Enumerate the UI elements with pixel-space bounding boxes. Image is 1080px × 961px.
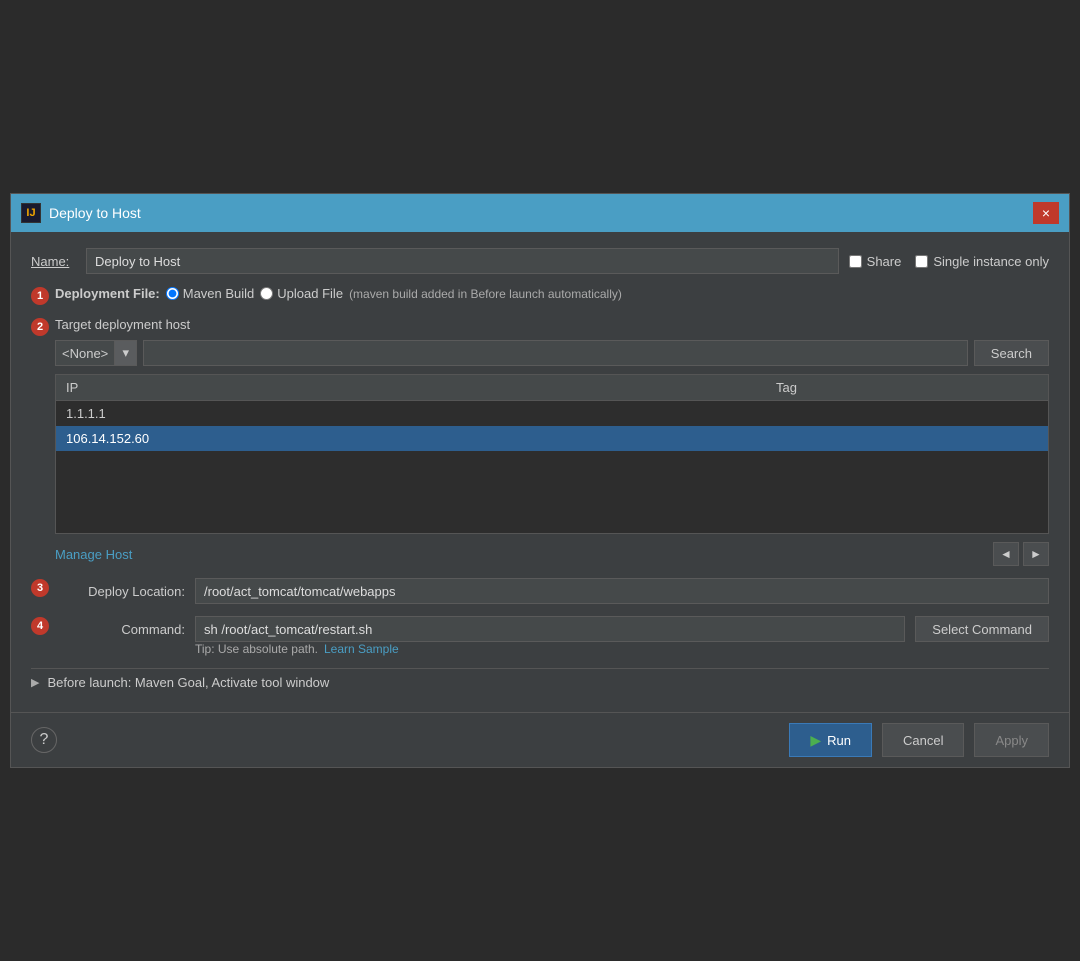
deploy-to-host-dialog: IJ Deploy to Host × Name: Share Single i…	[10, 193, 1070, 768]
name-input[interactable]	[86, 248, 839, 274]
footer-buttons: ▶ Run Cancel Apply	[789, 723, 1049, 757]
deployment-file-section: 1 Deployment File: Maven Build Upload Fi…	[31, 286, 1049, 305]
deploy-location-input[interactable]	[195, 578, 1049, 604]
command-input[interactable]	[195, 616, 905, 642]
manage-host-link[interactable]: Manage Host	[55, 547, 132, 562]
share-checkbox[interactable]	[849, 255, 862, 268]
learn-sample-link[interactable]: Learn Sample	[324, 642, 399, 656]
footer: ? ▶ Run Cancel Apply	[11, 712, 1069, 767]
table-row[interactable]: 106.14.152.60	[56, 426, 1048, 451]
host-table-header: IP Tag	[56, 375, 1048, 401]
run-label: Run	[827, 733, 851, 748]
table-row[interactable]: 1.1.1.1	[56, 401, 1048, 427]
title-bar-left: IJ Deploy to Host	[21, 203, 141, 223]
name-right-options: Share Single instance only	[849, 254, 1049, 269]
host-search-input[interactable]	[143, 340, 968, 366]
single-instance-checkbox-group: Single instance only	[915, 254, 1049, 269]
command-section: 4 Command: Select Command Tip: Use absol…	[31, 616, 1049, 656]
maven-hint: (maven build added in Before launch auto…	[349, 287, 622, 301]
share-label: Share	[867, 254, 902, 269]
title-bar: IJ Deploy to Host ×	[11, 194, 1069, 232]
app-icon: IJ	[21, 203, 41, 223]
command-label: Command:	[55, 622, 185, 637]
cancel-button[interactable]: Cancel	[882, 723, 964, 757]
cell-tag	[766, 401, 1048, 427]
target-deployment-section: 2 Target deployment host <None> ▾ Search	[31, 317, 1049, 566]
expand-arrow-icon: ▶	[31, 676, 39, 689]
col-ip: IP	[56, 375, 766, 401]
nav-arrows: ◄ ►	[993, 542, 1049, 566]
before-launch-label: Before launch: Maven Goal, Activate tool…	[47, 675, 329, 690]
step-badge-4: 4	[31, 617, 49, 635]
select-command-button[interactable]: Select Command	[915, 616, 1049, 642]
dialog-title: Deploy to Host	[49, 205, 141, 221]
nav-prev-button[interactable]: ◄	[993, 542, 1019, 566]
maven-build-label: Maven Build	[183, 286, 255, 301]
command-content: Command: Select Command Tip: Use absolut…	[55, 616, 1049, 656]
host-search-row: <None> ▾ Search	[55, 340, 1049, 366]
maven-build-radio[interactable]	[166, 287, 179, 300]
none-dropdown[interactable]: <None> ▾	[55, 340, 137, 366]
run-icon: ▶	[810, 732, 821, 749]
before-launch-row[interactable]: ▶ Before launch: Maven Goal, Activate to…	[31, 668, 1049, 696]
maven-build-radio-group: Maven Build	[166, 286, 255, 301]
apply-button[interactable]: Apply	[974, 723, 1049, 757]
dropdown-arrow-icon[interactable]: ▾	[114, 341, 136, 365]
dialog-content: Name: Share Single instance only 1	[11, 232, 1069, 712]
step-badge-3: 3	[31, 579, 49, 597]
deploy-location-section: 3 Deploy Location:	[31, 578, 1049, 604]
name-label: Name:	[31, 254, 76, 269]
deploy-location-label: Deploy Location:	[55, 584, 185, 599]
share-checkbox-group: Share	[849, 254, 902, 269]
host-table-body: 1.1.1.1 106.14.152.60	[56, 401, 1048, 452]
run-button[interactable]: ▶ Run	[789, 723, 872, 757]
command-row: Command: Select Command	[55, 616, 1049, 642]
nav-next-button[interactable]: ►	[1023, 542, 1049, 566]
step-badge-2: 2	[31, 318, 49, 336]
close-button[interactable]: ×	[1033, 202, 1059, 224]
upload-file-radio-group: Upload File	[260, 286, 343, 301]
tip-text: Tip: Use absolute path.	[195, 642, 318, 656]
cell-ip: 106.14.152.60	[56, 426, 766, 451]
upload-file-label: Upload File	[277, 286, 343, 301]
deployment-file-label: Deployment File:	[55, 286, 160, 301]
cell-tag	[766, 426, 1048, 451]
target-deployment-header: Target deployment host	[55, 317, 1049, 332]
name-row: Name: Share Single instance only	[31, 248, 1049, 274]
single-instance-checkbox[interactable]	[915, 255, 928, 268]
help-button[interactable]: ?	[31, 727, 57, 753]
deploy-location-row: Deploy Location:	[55, 578, 1049, 604]
upload-file-radio[interactable]	[260, 287, 273, 300]
cell-ip: 1.1.1.1	[56, 401, 766, 427]
manage-host-row: Manage Host ◄ ►	[55, 542, 1049, 566]
target-deployment-content: Target deployment host <None> ▾ Search I…	[55, 317, 1049, 566]
search-button[interactable]: Search	[974, 340, 1049, 366]
col-tag: Tag	[766, 375, 1048, 401]
none-dropdown-text: <None>	[56, 346, 114, 361]
deployment-file-row: Deployment File: Maven Build Upload File…	[55, 286, 622, 301]
host-table: IP Tag 1.1.1.1 106.14.152.60	[56, 375, 1048, 451]
single-instance-label: Single instance only	[933, 254, 1049, 269]
tip-row: Tip: Use absolute path. Learn Sample	[55, 642, 1049, 656]
host-table-container: IP Tag 1.1.1.1 106.14.152.60	[55, 374, 1049, 534]
step-badge-1: 1	[31, 287, 49, 305]
